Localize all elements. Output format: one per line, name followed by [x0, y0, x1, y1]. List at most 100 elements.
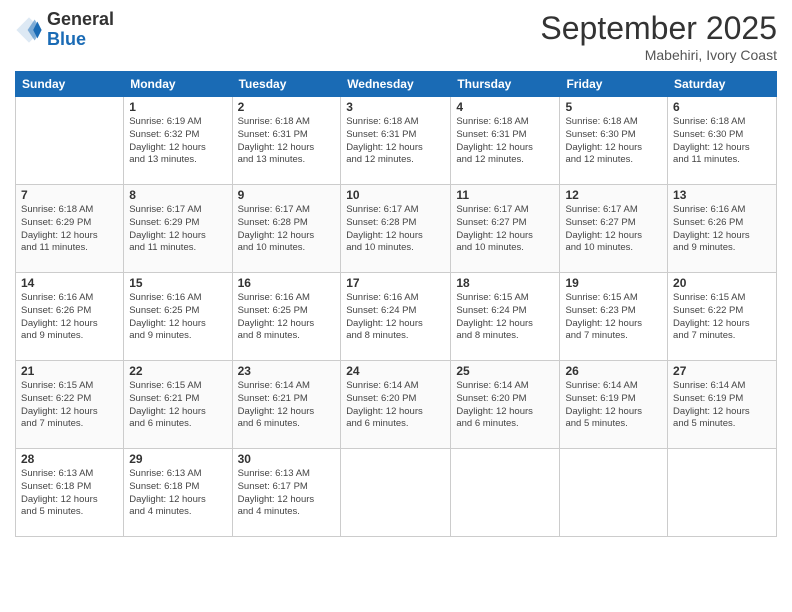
- calendar-cell: 17 Sunrise: 6:16 AM Sunset: 6:24 PM Dayli…: [341, 273, 451, 361]
- calendar-cell: 30 Sunrise: 6:13 AM Sunset: 6:17 PM Dayli…: [232, 449, 341, 537]
- calendar-cell: 7 Sunrise: 6:18 AM Sunset: 6:29 PM Daylig…: [16, 185, 124, 273]
- logo-icon: [15, 16, 43, 44]
- weekday-header-sunday: Sunday: [16, 72, 124, 97]
- calendar-table: SundayMondayTuesdayWednesdayThursdayFrid…: [15, 71, 777, 537]
- day-info: Sunrise: 6:18 AM Sunset: 6:31 PM Dayligh…: [456, 116, 554, 167]
- calendar-cell: [16, 97, 124, 185]
- day-info: Sunrise: 6:13 AM Sunset: 6:18 PM Dayligh…: [21, 468, 118, 519]
- calendar-cell: 16Sunrise: 6:16 AM Sunset: 6:25 PM Dayli…: [232, 273, 341, 361]
- day-info: Sunrise: 6:14 AM Sunset: 6:19 PM Dayligh…: [565, 380, 662, 431]
- calendar-cell: 9Sunrise: 6:17 AM Sunset: 6:28 PM Daylig…: [232, 185, 341, 273]
- day-info: Sunrise: 6:18 AM Sunset: 6:30 PM Dayligh…: [565, 116, 662, 167]
- day-info: Sunrise: 6:16 AM Sunset: 6:26 PM Dayligh…: [673, 204, 771, 255]
- calendar-cell: 24 Sunrise: 6:14 AM Sunset: 6:20 PM Dayli…: [341, 361, 451, 449]
- day-info: Sunrise: 6:17 AM Sunset: 6:27 PM Dayligh…: [565, 204, 662, 255]
- day-info: Sunrise: 6:13 AM Sunset: 6:17 PM Dayligh…: [238, 468, 336, 519]
- location-subtitle: Mabehiri, Ivory Coast: [540, 47, 777, 63]
- calendar-cell: 3 Sunrise: 6:18 AM Sunset: 6:31 PM Daylig…: [341, 97, 451, 185]
- day-number: 13: [673, 188, 771, 202]
- day-number: 19: [565, 276, 662, 290]
- day-number: 7: [21, 188, 118, 202]
- day-number: 12: [565, 188, 662, 202]
- day-number: 27: [673, 364, 771, 378]
- calendar-cell: 15 Sunrise: 6:16 AM Sunset: 6:25 PM Dayli…: [124, 273, 232, 361]
- month-title: September 2025: [540, 10, 777, 47]
- day-number: 1: [129, 100, 226, 114]
- calendar-cell: 20 Sunrise: 6:15 AM Sunset: 6:22 PM Dayli…: [668, 273, 777, 361]
- day-info: Sunrise: 6:18 AM Sunset: 6:31 PM Dayligh…: [238, 116, 336, 167]
- day-number: 14: [21, 276, 118, 290]
- day-number: 28: [21, 452, 118, 466]
- day-number: 30: [238, 452, 336, 466]
- page-header: General Blue September 2025 Mabehiri, Iv…: [15, 10, 777, 63]
- day-info: Sunrise: 6:13 AM Sunset: 6:18 PM Dayligh…: [129, 468, 226, 519]
- title-block: September 2025 Mabehiri, Ivory Coast: [540, 10, 777, 63]
- calendar-cell: 28 Sunrise: 6:13 AM Sunset: 6:18 PM Dayli…: [16, 449, 124, 537]
- day-number: 21: [21, 364, 118, 378]
- calendar-cell: 2 Sunrise: 6:18 AM Sunset: 6:31 PM Daylig…: [232, 97, 341, 185]
- calendar-cell: 25 Sunrise: 6:14 AM Sunset: 6:20 PM Dayli…: [451, 361, 560, 449]
- calendar-cell: 12 Sunrise: 6:17 AM Sunset: 6:27 PM Dayli…: [560, 185, 668, 273]
- day-info: Sunrise: 6:15 AM Sunset: 6:22 PM Dayligh…: [21, 380, 118, 431]
- calendar-cell: [560, 449, 668, 537]
- day-number: 29: [129, 452, 226, 466]
- calendar-cell: 10 Sunrise: 6:17 AM Sunset: 6:28 PM Dayli…: [341, 185, 451, 273]
- calendar-cell: [341, 449, 451, 537]
- day-number: 9: [238, 188, 336, 202]
- calendar-cell: 19 Sunrise: 6:15 AM Sunset: 6:23 PM Dayli…: [560, 273, 668, 361]
- weekday-header-thursday: Thursday: [451, 72, 560, 97]
- calendar-cell: 21 Sunrise: 6:15 AM Sunset: 6:22 PM Dayli…: [16, 361, 124, 449]
- day-number: 3: [346, 100, 445, 114]
- day-number: 15: [129, 276, 226, 290]
- day-number: 16: [238, 276, 336, 290]
- day-number: 17: [346, 276, 445, 290]
- calendar-cell: 27Sunrise: 6:14 AM Sunset: 6:19 PM Dayli…: [668, 361, 777, 449]
- day-info: Sunrise: 6:17 AM Sunset: 6:29 PM Dayligh…: [129, 204, 226, 255]
- day-info: Sunrise: 6:17 AM Sunset: 6:28 PM Dayligh…: [346, 204, 445, 255]
- day-number: 4: [456, 100, 554, 114]
- day-info: Sunrise: 6:14 AM Sunset: 6:20 PM Dayligh…: [456, 380, 554, 431]
- day-info: Sunrise: 6:19 AM Sunset: 6:32 PM Dayligh…: [129, 116, 226, 167]
- logo-general: General: [47, 10, 114, 30]
- calendar-cell: 8 Sunrise: 6:17 AM Sunset: 6:29 PM Daylig…: [124, 185, 232, 273]
- week-row-2: 7 Sunrise: 6:18 AM Sunset: 6:29 PM Daylig…: [16, 185, 777, 273]
- calendar-cell: 4 Sunrise: 6:18 AM Sunset: 6:31 PM Daylig…: [451, 97, 560, 185]
- day-number: 18: [456, 276, 554, 290]
- calendar-cell: 26Sunrise: 6:14 AM Sunset: 6:19 PM Dayli…: [560, 361, 668, 449]
- day-info: Sunrise: 6:18 AM Sunset: 6:31 PM Dayligh…: [346, 116, 445, 167]
- day-info: Sunrise: 6:15 AM Sunset: 6:23 PM Dayligh…: [565, 292, 662, 343]
- calendar-cell: 22 Sunrise: 6:15 AM Sunset: 6:21 PM Dayli…: [124, 361, 232, 449]
- day-number: 11: [456, 188, 554, 202]
- day-number: 23: [238, 364, 336, 378]
- calendar-cell: 6Sunrise: 6:18 AM Sunset: 6:30 PM Daylig…: [668, 97, 777, 185]
- day-info: Sunrise: 6:15 AM Sunset: 6:22 PM Dayligh…: [673, 292, 771, 343]
- day-info: Sunrise: 6:18 AM Sunset: 6:30 PM Dayligh…: [673, 116, 771, 167]
- calendar-cell: 13 Sunrise: 6:16 AM Sunset: 6:26 PM Dayli…: [668, 185, 777, 273]
- day-number: 8: [129, 188, 226, 202]
- day-info: Sunrise: 6:15 AM Sunset: 6:21 PM Dayligh…: [129, 380, 226, 431]
- calendar-cell: [451, 449, 560, 537]
- calendar-cell: 14 Sunrise: 6:16 AM Sunset: 6:26 PM Dayli…: [16, 273, 124, 361]
- calendar-cell: 1 Sunrise: 6:19 AM Sunset: 6:32 PM Daylig…: [124, 97, 232, 185]
- day-number: 24: [346, 364, 445, 378]
- week-row-3: 14 Sunrise: 6:16 AM Sunset: 6:26 PM Dayli…: [16, 273, 777, 361]
- day-info: Sunrise: 6:16 AM Sunset: 6:25 PM Dayligh…: [129, 292, 226, 343]
- day-number: 25: [456, 364, 554, 378]
- calendar-cell: 18 Sunrise: 6:15 AM Sunset: 6:24 PM Dayli…: [451, 273, 560, 361]
- day-number: 22: [129, 364, 226, 378]
- day-info: Sunrise: 6:16 AM Sunset: 6:26 PM Dayligh…: [21, 292, 118, 343]
- day-number: 5: [565, 100, 662, 114]
- weekday-header-friday: Friday: [560, 72, 668, 97]
- logo: General Blue: [15, 10, 114, 50]
- day-number: 10: [346, 188, 445, 202]
- day-info: Sunrise: 6:14 AM Sunset: 6:20 PM Dayligh…: [346, 380, 445, 431]
- calendar-page: General Blue September 2025 Mabehiri, Iv…: [0, 0, 792, 612]
- day-info: Sunrise: 6:15 AM Sunset: 6:24 PM Dayligh…: [456, 292, 554, 343]
- weekday-header-saturday: Saturday: [668, 72, 777, 97]
- day-number: 2: [238, 100, 336, 114]
- weekday-header-tuesday: Tuesday: [232, 72, 341, 97]
- day-info: Sunrise: 6:18 AM Sunset: 6:29 PM Dayligh…: [21, 204, 118, 255]
- logo-blue: Blue: [47, 30, 114, 50]
- day-number: 20: [673, 276, 771, 290]
- day-info: Sunrise: 6:16 AM Sunset: 6:24 PM Dayligh…: [346, 292, 445, 343]
